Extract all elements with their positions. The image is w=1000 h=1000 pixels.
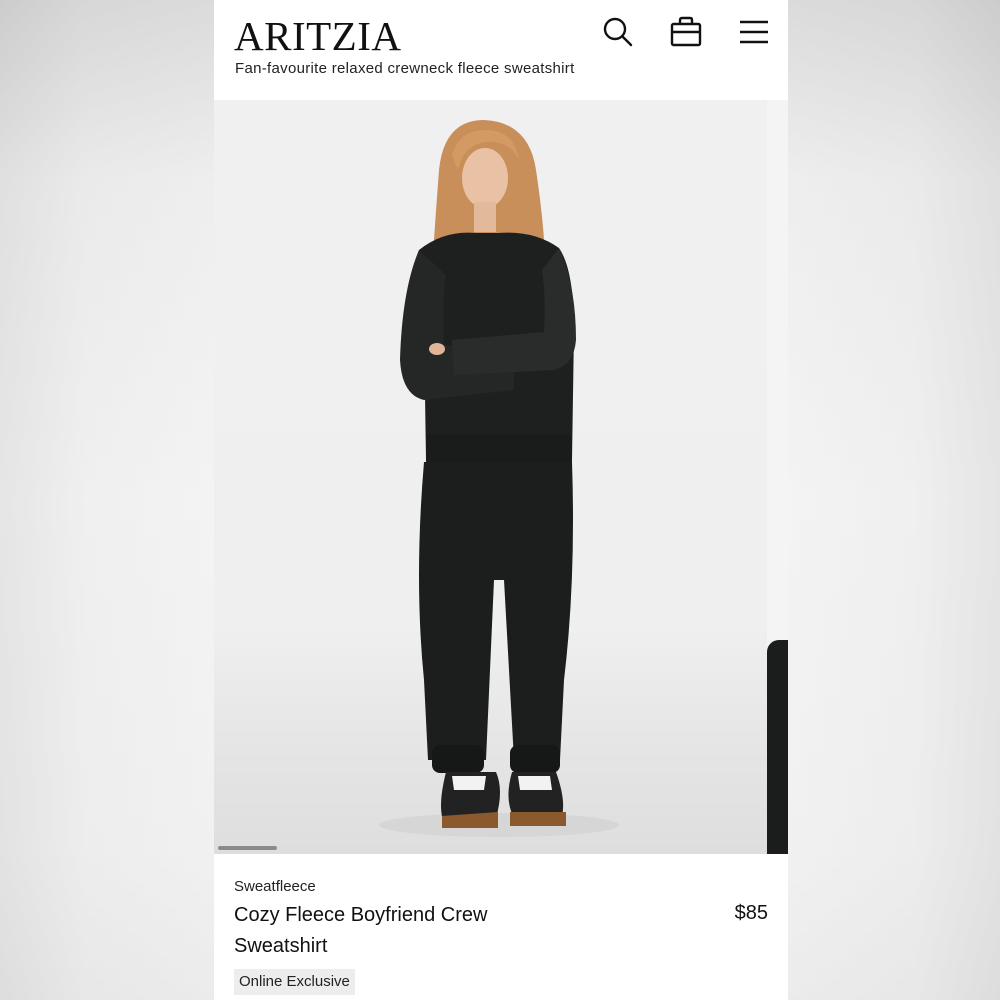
background-left [0,0,214,1000]
product-info: Sweatfleece Cozy Fleece Boyfriend Crew S… [214,854,788,1000]
shopping-bag-icon[interactable] [668,14,704,50]
product-tagline: Fan-favourite relaxed crewneck fleece sw… [235,60,575,77]
brand-logo[interactable]: ARITZIA [234,12,401,60]
header-bar: ARITZIA Fan-favourite relaxed crewneck f… [214,0,788,100]
next-product-image-peek[interactable] [767,100,788,854]
background-right [788,0,1000,1000]
gallery-scroll-indicator[interactable] [218,846,277,850]
search-icon[interactable] [600,14,636,50]
product-page: ARITZIA Fan-favourite relaxed crewneck f… [214,0,788,1000]
product-image[interactable] [214,100,767,854]
product-brand[interactable]: Sweatfleece [234,878,316,895]
menu-icon[interactable] [736,14,772,50]
model-illustration [379,120,619,837]
product-name[interactable]: Cozy Fleece Boyfriend Crew Sweatshirt [234,900,564,962]
product-price: $85 [734,902,768,924]
next-image-content [767,640,788,854]
online-exclusive-badge: Online Exclusive [234,969,355,995]
